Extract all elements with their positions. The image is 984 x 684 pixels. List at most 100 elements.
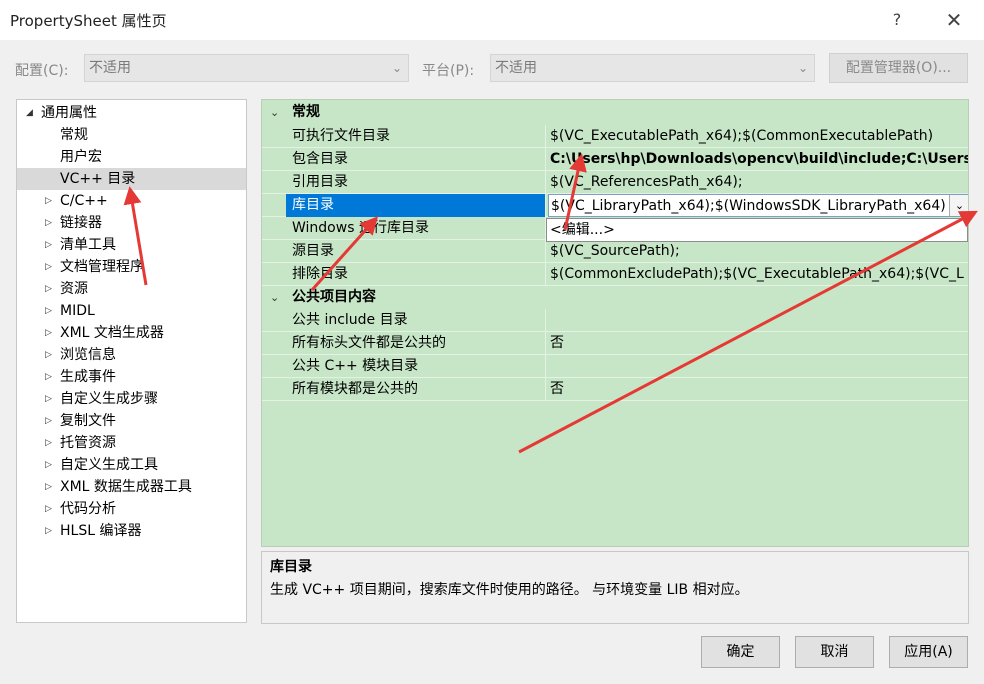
prop-value[interactable]: $(VC_ReferencesPath_x64);	[548, 171, 968, 194]
tree-item-xdc[interactable]: ▷ 文档管理程序	[17, 256, 246, 278]
prop-value[interactable]: C:\Users\hp\Downloads\opencv\build\inclu…	[548, 148, 968, 171]
collapsed-triangle-icon[interactable]: ▷	[45, 278, 52, 300]
tree-item-label: 链接器	[60, 215, 102, 231]
prop-value[interactable]	[548, 355, 968, 378]
category-public-project-content[interactable]: ⌄ 公共项目内容	[262, 286, 968, 309]
prop-value[interactable]: 否	[548, 332, 968, 355]
chevron-down-icon: ⌄	[797, 61, 808, 75]
tree-item-linker[interactable]: ▷ 链接器	[17, 212, 246, 234]
tree-item-code-analysis[interactable]: ▷ 代码分析	[17, 498, 246, 520]
config-combo: 不适用 ⌄	[84, 54, 409, 82]
collapsed-triangle-icon[interactable]: ▷	[45, 300, 52, 322]
help-button[interactable]: ?	[883, 6, 911, 34]
tree-item-browse-info[interactable]: ▷ 浏览信息	[17, 344, 246, 366]
tree-item-manifest[interactable]: ▷ 清单工具	[17, 234, 246, 256]
description-text: 生成 VC++ 项目期间，搜索库文件时使用的路径。 与环境变量 LIB 相对应。	[270, 582, 749, 598]
prop-value[interactable]: $(VC_SourcePath);	[548, 240, 968, 263]
tree-item-label: 用户宏	[60, 149, 102, 165]
collapsed-triangle-icon[interactable]: ▷	[45, 234, 52, 256]
library-dirs-dropdown[interactable]: <编辑...>	[546, 218, 968, 242]
prop-name: 包含目录	[286, 148, 546, 171]
collapsed-triangle-icon[interactable]: ▷	[45, 366, 52, 388]
tree-item-label: 浏览信息	[60, 347, 116, 363]
config-manager-button: 配置管理器(O)...	[829, 53, 968, 83]
tree-item-label: 资源	[60, 281, 88, 297]
tree-item-xml-data-gen[interactable]: ▷ XML 数据生成器工具	[17, 476, 246, 498]
prop-name: 所有模块都是公共的	[286, 378, 546, 401]
tree-item-custom-build-tool[interactable]: ▷ 自定义生成工具	[17, 454, 246, 476]
chevron-down-icon[interactable]: ⌄	[955, 199, 964, 212]
collapsed-triangle-icon[interactable]: ▷	[45, 520, 52, 542]
prop-row-exclude-dirs[interactable]: 排除目录 $(CommonExcludePath);$(VC_Executabl…	[262, 263, 968, 286]
tree-item-label: 生成事件	[60, 369, 116, 385]
tree-item-label: VC++ 目录	[60, 171, 136, 187]
tree-item-label: 常规	[60, 127, 88, 143]
collapsed-triangle-icon[interactable]: ▷	[45, 212, 52, 234]
prop-value[interactable]	[548, 309, 968, 332]
tree-item-copy-file[interactable]: ▷ 复制文件	[17, 410, 246, 432]
prop-name: 源目录	[286, 240, 546, 263]
tree-item-general[interactable]: 常规	[17, 124, 246, 146]
tree-item-managed-resources[interactable]: ▷ 托管资源	[17, 432, 246, 454]
tree-item-label: 自定义生成工具	[60, 457, 158, 473]
tree-item-label: 文档管理程序	[60, 259, 144, 275]
prop-value[interactable]: $(CommonExcludePath);$(VC_ExecutablePath…	[548, 263, 968, 286]
apply-button[interactable]: 应用(A)	[889, 636, 968, 668]
property-tree[interactable]: ◢ 通用属性 常规 用户宏 VC++ 目录 ▷ C/C++ ▷ 链接器 ▷ 清单…	[16, 99, 247, 623]
prop-value[interactable]: $(VC_ExecutablePath_x64);$(CommonExecuta…	[548, 125, 968, 148]
tree-item-label: 托管资源	[60, 435, 116, 451]
prop-row-reference-dirs[interactable]: 引用目录 $(VC_ReferencesPath_x64);	[262, 171, 968, 194]
collapsed-triangle-icon[interactable]: ▷	[45, 256, 52, 278]
tree-item-custom-build-step[interactable]: ▷ 自定义生成步骤	[17, 388, 246, 410]
tree-item-label: XML 数据生成器工具	[60, 479, 192, 495]
tree-item-user-macros[interactable]: 用户宏	[17, 146, 246, 168]
config-label: 配置(C):	[15, 63, 69, 79]
collapsed-triangle-icon[interactable]: ▷	[45, 454, 52, 476]
collapsed-triangle-icon[interactable]: ▷	[45, 344, 52, 366]
collapsed-triangle-icon[interactable]: ▷	[45, 410, 52, 432]
description-title: 库目录	[270, 559, 312, 575]
tree-item-resources[interactable]: ▷ 资源	[17, 278, 246, 300]
tree-item-label: 清单工具	[60, 237, 116, 253]
collapsed-triangle-icon[interactable]: ▷	[45, 498, 52, 520]
cancel-button[interactable]: 取消	[795, 636, 874, 668]
prop-row-executable-dirs[interactable]: 可执行文件目录 $(VC_ExecutablePath_x64);$(Commo…	[262, 125, 968, 148]
close-button[interactable]: ✕	[940, 6, 968, 34]
chevron-down-icon[interactable]: ⌄	[270, 286, 279, 309]
collapsed-triangle-icon[interactable]: ▷	[45, 388, 52, 410]
description-panel: 库目录 生成 VC++ 项目期间，搜索库文件时使用的路径。 与环境变量 LIB …	[261, 551, 969, 624]
prop-row-include-dirs[interactable]: 包含目录 C:\Users\hp\Downloads\opencv\build\…	[262, 148, 968, 171]
tree-item-hlsl[interactable]: ▷ HLSL 编译器	[17, 520, 246, 542]
chevron-down-icon[interactable]: ⌄	[270, 101, 279, 124]
tree-item-cpp[interactable]: ▷ C/C++	[17, 190, 246, 212]
prop-row-source-dirs[interactable]: 源目录 $(VC_SourcePath);	[262, 240, 968, 263]
tree-root[interactable]: ◢ 通用属性	[17, 102, 246, 124]
prop-value[interactable]: 否	[548, 378, 968, 401]
prop-row-public-cpp-modules[interactable]: 公共 C++ 模块目录	[262, 355, 968, 378]
collapsed-triangle-icon[interactable]: ▷	[45, 322, 52, 344]
ok-button[interactable]: 确定	[701, 636, 780, 668]
prop-value[interactable]: $(VC_LibraryPath_x64);$(WindowsSDK_Libra…	[551, 198, 946, 214]
prop-row-library-dirs[interactable]: 库目录 $(VC_LibraryPath_x64);$(WindowsSDK_L…	[262, 194, 968, 217]
dropdown-button[interactable]: ⌄	[949, 195, 968, 216]
category-general[interactable]: ⌄ 常规	[262, 101, 968, 124]
platform-combo: 不适用 ⌄	[490, 54, 815, 82]
expanded-triangle-icon[interactable]: ◢	[26, 102, 33, 124]
tree-item-midl[interactable]: ▷ MIDL	[17, 300, 246, 322]
category-label: 常规	[292, 104, 320, 120]
prop-name: Windows 运行库目录	[286, 217, 546, 240]
property-grid[interactable]: ⌄ 常规 可执行文件目录 $(VC_ExecutablePath_x64);$(…	[261, 99, 969, 547]
tree-item-vc-directories[interactable]: VC++ 目录	[17, 168, 246, 190]
prop-row-public-include[interactable]: 公共 include 目录	[262, 309, 968, 332]
prop-row-all-headers-public[interactable]: 所有标头文件都是公共的 否	[262, 332, 968, 355]
tree-item-xml-doc[interactable]: ▷ XML 文档生成器	[17, 322, 246, 344]
collapsed-triangle-icon[interactable]: ▷	[45, 190, 52, 212]
tree-item-label: XML 文档生成器	[60, 325, 164, 341]
dropdown-item-edit[interactable]: <编辑...>	[550, 222, 615, 238]
collapsed-triangle-icon[interactable]: ▷	[45, 432, 52, 454]
tree-item-label: 复制文件	[60, 413, 116, 429]
library-dirs-field[interactable]: $(VC_LibraryPath_x64);$(WindowsSDK_Libra…	[548, 194, 968, 217]
tree-item-build-events[interactable]: ▷ 生成事件	[17, 366, 246, 388]
collapsed-triangle-icon[interactable]: ▷	[45, 476, 52, 498]
prop-row-all-modules-public[interactable]: 所有模块都是公共的 否	[262, 378, 968, 401]
